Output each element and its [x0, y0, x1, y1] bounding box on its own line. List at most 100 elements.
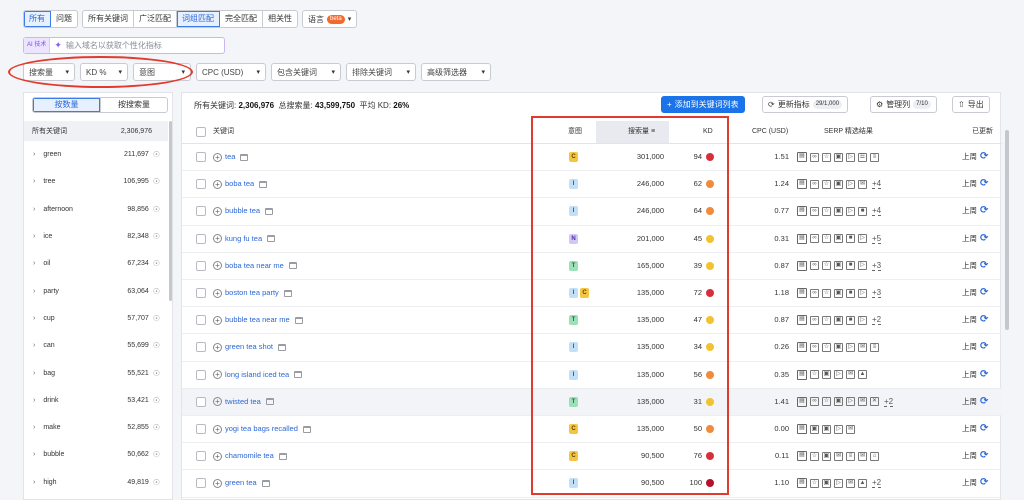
eye-icon[interactable]: ☉ [153, 205, 160, 214]
keyword-link[interactable]: + chamomile tea [213, 443, 287, 469]
serp-page-icon[interactable] [265, 398, 274, 406]
eye-icon[interactable]: ☉ [153, 177, 160, 186]
column-cpc[interactable]: CPC (USD) [752, 121, 788, 143]
select-all-checkbox[interactable] [196, 127, 206, 137]
row-checkbox[interactable] [196, 451, 206, 462]
row-checkbox[interactable] [196, 260, 206, 271]
group-item[interactable]: › cup 57,707 ☉ [24, 305, 168, 332]
group-item[interactable]: › make 52,855 ☉ [24, 414, 168, 441]
serp-more[interactable]: +3 [872, 261, 882, 271]
refresh-icon[interactable]: ⟳ [980, 253, 988, 279]
keyword-link[interactable]: + green tea shot [213, 334, 286, 360]
row-checkbox[interactable] [196, 152, 206, 162]
eye-icon[interactable]: ☉ [153, 396, 160, 405]
add-icon[interactable]: + [213, 342, 222, 352]
row-checkbox[interactable] [196, 179, 206, 190]
add-icon[interactable]: + [213, 397, 222, 407]
manage-columns-button[interactable]: ⚙ 管理列 7/10 [870, 96, 937, 113]
eye-icon[interactable]: ☉ [153, 314, 160, 323]
row-checkbox[interactable] [196, 396, 206, 407]
add-icon[interactable]: + [213, 179, 222, 189]
serp-more[interactable]: +2 [884, 397, 894, 407]
column-serp[interactable]: SERP 精选结果 [824, 121, 873, 143]
refresh-icon[interactable]: ⟳ [980, 470, 988, 496]
eye-icon[interactable]: ☉ [153, 259, 160, 268]
keyword-link[interactable]: + yogi tea bags recalled [213, 416, 311, 442]
serp-page-icon[interactable] [294, 371, 303, 379]
row-checkbox[interactable] [196, 342, 206, 353]
refresh-icon[interactable]: ⟳ [980, 362, 988, 388]
include-keywords-dropdown[interactable]: 包含关键词 ▾ [271, 63, 341, 81]
keyword-link[interactable]: + twisted tea [213, 389, 274, 415]
exclude-keywords-dropdown[interactable]: 排除关键词 ▾ [346, 63, 416, 81]
group-item[interactable]: › party 63,064 ☉ [24, 277, 168, 304]
tab-exact-match[interactable]: 完全匹配 [220, 11, 263, 27]
serp-more[interactable]: +4 [872, 206, 882, 217]
add-icon[interactable]: + [213, 478, 222, 488]
keyword-link[interactable]: + boba tea [213, 171, 268, 197]
row-checkbox[interactable] [196, 369, 206, 380]
ai-domain-input[interactable]: AI 技术 ✦ 输入域名以获取个性化指标 [23, 37, 225, 54]
group-item[interactable]: › ice 82,348 ☉ [24, 223, 168, 250]
serp-page-icon[interactable] [240, 153, 249, 161]
tab-all[interactable]: 所有 [24, 11, 51, 27]
row-checkbox[interactable] [196, 206, 206, 217]
eye-icon[interactable]: ☉ [153, 150, 160, 159]
serp-more[interactable]: +5 [872, 234, 882, 244]
column-keyword[interactable]: 关键词 [213, 121, 234, 143]
language-dropdown[interactable]: 语言 beta ▾ [302, 10, 358, 28]
group-item[interactable]: › bubble 50,662 ☉ [24, 441, 168, 468]
refresh-icon[interactable]: ⟳ [980, 416, 988, 442]
keyword-link[interactable]: + kung fu tea [213, 226, 276, 252]
serp-more[interactable]: +2 [872, 478, 882, 489]
tab-related[interactable]: 相关性 [263, 11, 297, 27]
group-item[interactable]: › high 49,819 ☉ [24, 469, 168, 496]
serp-more[interactable]: +4 [872, 179, 882, 190]
add-icon[interactable]: + [213, 424, 222, 434]
update-metrics-button[interactable]: ⟳ 更新指标 29/1,000 [762, 96, 849, 113]
serp-page-icon[interactable] [288, 262, 297, 270]
row-checkbox[interactable] [196, 478, 206, 489]
eye-icon[interactable]: ☉ [153, 232, 160, 241]
group-item[interactable]: › oil 67,234 ☉ [24, 250, 168, 277]
cpc-filter-dropdown[interactable]: CPC (USD) ▾ [196, 63, 266, 81]
scrollbar[interactable] [1005, 130, 1009, 330]
refresh-icon[interactable]: ⟳ [980, 171, 988, 197]
keyword-link[interactable]: + bubble tea near me [213, 307, 303, 333]
group-item[interactable]: › bag 55,521 ☉ [24, 359, 168, 386]
advanced-filters-dropdown[interactable]: 高级筛选器 ▾ [421, 63, 491, 81]
serp-page-icon[interactable] [302, 425, 311, 433]
sort-by-volume-button[interactable]: 按搜索量 [100, 98, 167, 112]
refresh-icon[interactable]: ⟳ [980, 280, 988, 306]
group-item[interactable]: › can 55,699 ☉ [24, 332, 168, 359]
keyword-link[interactable]: + boba tea near me [213, 253, 297, 279]
refresh-icon[interactable]: ⟳ [980, 334, 988, 360]
add-icon[interactable]: + [213, 451, 222, 461]
add-icon[interactable]: + [213, 261, 222, 271]
keyword-link[interactable]: + boston tea party [213, 280, 292, 306]
serp-page-icon[interactable] [265, 207, 274, 215]
serp-page-icon[interactable] [294, 316, 303, 324]
refresh-icon[interactable]: ⟳ [980, 226, 988, 252]
add-icon[interactable]: + [213, 206, 222, 216]
serp-more[interactable]: +2 [872, 315, 882, 326]
row-checkbox[interactable] [196, 315, 206, 326]
row-checkbox[interactable] [196, 233, 206, 244]
row-checkbox[interactable] [196, 288, 206, 298]
add-icon[interactable]: + [213, 288, 222, 298]
tab-questions[interactable]: 问题 [51, 11, 77, 27]
export-button[interactable]: ⇧ 导出 [952, 96, 990, 113]
serp-page-icon[interactable] [259, 180, 268, 188]
add-icon[interactable]: + [213, 234, 222, 244]
group-item[interactable]: › tree 106,995 ☉ [24, 168, 168, 195]
add-icon[interactable]: + [213, 315, 222, 325]
refresh-icon[interactable]: ⟳ [980, 144, 988, 170]
keyword-link[interactable]: + tea [213, 144, 249, 170]
add-icon[interactable]: + [213, 152, 222, 162]
serp-page-icon[interactable] [261, 479, 270, 487]
eye-icon[interactable]: ☉ [153, 341, 160, 350]
group-item[interactable]: › drink 53,421 ☉ [24, 387, 168, 414]
tab-broad-match[interactable]: 广泛匹配 [134, 11, 177, 27]
serp-page-icon[interactable] [278, 452, 287, 460]
tab-all-keywords[interactable]: 所有关键词 [83, 11, 134, 27]
